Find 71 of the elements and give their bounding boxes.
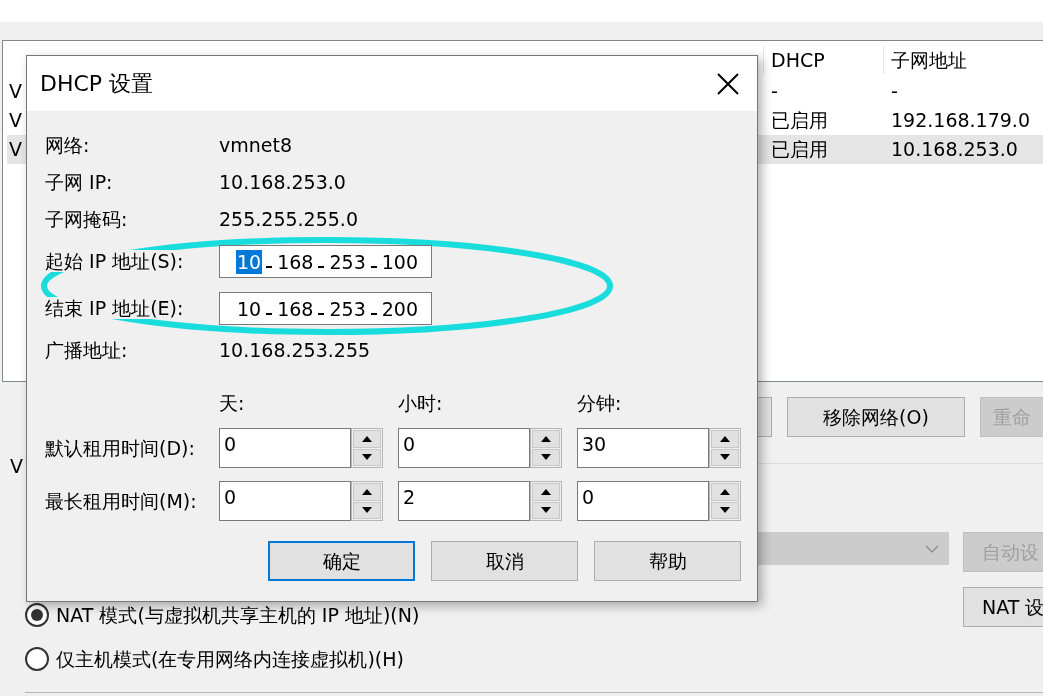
radio-button[interactable] [25, 647, 49, 671]
down-arrow-icon [720, 507, 730, 514]
side-button[interactable]: NAT 设 [963, 587, 1043, 627]
spin-field[interactable]: 0 [398, 428, 530, 468]
table-cell-text: 10.168.253.0 [890, 137, 1019, 163]
ip-address-field[interactable]: 10 168 253 100 [219, 245, 432, 278]
spin-field[interactable]: 0 [219, 428, 351, 468]
ip-octet[interactable]: 168 [276, 296, 315, 321]
table-cell-text: 192.168.179.0 [890, 108, 1031, 134]
down-arrow-icon [362, 454, 372, 461]
spin-up-button[interactable] [532, 430, 560, 448]
spin-field[interactable]: 0 [577, 481, 709, 521]
field-label: 广播地址: [45, 339, 128, 362]
spin-down-button[interactable] [353, 501, 381, 519]
ip-octet[interactable]: 168 [276, 249, 315, 274]
ip-octet[interactable]: 10 [236, 296, 263, 321]
dialog-button[interactable]: 取消 [431, 541, 578, 581]
up-arrow-icon [541, 488, 551, 495]
down-arrow-icon [541, 507, 551, 514]
field-label: 结束 IP 地址(E): [45, 297, 184, 320]
lease-label: 最长租用时间(M): [45, 488, 198, 514]
ip-octet[interactable]: 10 [236, 249, 263, 274]
close-icon[interactable] [717, 72, 739, 95]
up-arrow-icon [541, 435, 551, 442]
spin-up-button[interactable] [711, 430, 739, 448]
table-cell-text: - [890, 79, 899, 105]
network-button[interactable]: 移除网络(O) [787, 397, 965, 437]
dialog-button[interactable]: 帮助 [594, 541, 741, 581]
down-arrow-icon [541, 454, 551, 461]
up-arrow-icon [362, 488, 372, 495]
ip-octet[interactable]: 253 [328, 296, 367, 321]
field-label: 子网掩码: [45, 208, 128, 231]
field-label: 网络: [45, 134, 90, 157]
down-arrow-icon [362, 507, 372, 514]
chevron-down-icon [925, 544, 939, 553]
spin-down-button[interactable] [353, 448, 381, 466]
table-cell-text: 已启用 [770, 108, 829, 134]
spin-field[interactable]: 30 [577, 428, 709, 468]
down-arrow-icon [720, 454, 730, 461]
spin-field[interactable]: 2 [398, 481, 530, 521]
column-header[interactable]: 子网地址 [883, 45, 1003, 75]
ip-octet[interactable]: 253 [328, 249, 367, 274]
column-label: 天: [219, 391, 246, 415]
radio-button[interactable] [25, 603, 49, 627]
table-cell-text: 已启用 [770, 137, 829, 163]
spin-down-button[interactable] [711, 448, 739, 466]
spin-down-button[interactable] [711, 501, 739, 519]
spin-up-button[interactable] [353, 483, 381, 501]
column-label: 小时: [398, 391, 444, 415]
field-label: 子网 IP: [45, 171, 113, 194]
up-arrow-icon [720, 435, 730, 442]
dialog-button[interactable]: 确定 [268, 541, 415, 581]
ip-address-field[interactable]: 10 168 253 200 [219, 292, 432, 325]
table-cell-text: - [770, 79, 779, 105]
spin-up-button[interactable] [711, 483, 739, 501]
up-arrow-icon [720, 488, 730, 495]
dialog-title: DHCP 设置 [40, 70, 154, 98]
spin-down-button[interactable] [532, 448, 560, 466]
spin-up-button[interactable] [353, 430, 381, 448]
table-cell-text: V [8, 137, 23, 163]
spin-up-button[interactable] [532, 483, 560, 501]
spin-down-button[interactable] [532, 501, 560, 519]
column-label: 分钟: [577, 391, 623, 415]
ip-octet[interactable]: 200 [380, 296, 419, 321]
field-label: 起始 IP 地址(S): [45, 250, 184, 273]
up-arrow-icon [362, 435, 372, 442]
lease-label: 默认租用时间(D): [45, 435, 196, 461]
spin-field[interactable]: 0 [219, 481, 351, 521]
ip-octet[interactable]: 100 [380, 249, 419, 274]
column-header[interactable]: DHCP [763, 45, 883, 75]
table-cell-text: V [8, 108, 23, 134]
